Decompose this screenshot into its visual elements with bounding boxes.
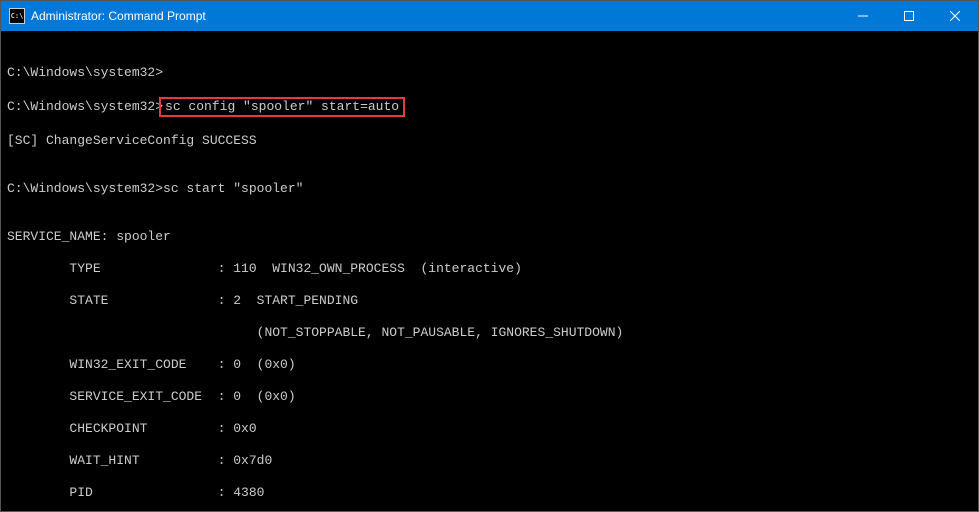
terminal-line: C:\Windows\system32>sc start "spooler" [7, 181, 972, 197]
terminal-line: STATE : 2 START_PENDING [7, 293, 972, 309]
terminal-line: [SC] ChangeServiceConfig SUCCESS [7, 133, 972, 149]
minimize-button[interactable] [840, 1, 886, 31]
prompt-text: C:\Windows\system32> [7, 181, 163, 196]
terminal-line: C:\Windows\system32>sc config "spooler" … [7, 97, 972, 117]
terminal-line: TYPE : 110 WIN32_OWN_PROCESS (interactiv… [7, 261, 972, 277]
prompt-text: C:\Windows\system32> [7, 99, 163, 114]
cmd-icon: C:\ [9, 8, 25, 24]
minimize-icon [858, 11, 868, 21]
terminal-line: (NOT_STOPPABLE, NOT_PAUSABLE, IGNORES_SH… [7, 325, 972, 341]
terminal-line: WIN32_EXIT_CODE : 0 (0x0) [7, 357, 972, 373]
command-text: sc start "spooler" [163, 181, 303, 196]
terminal-line: SERVICE_NAME: spooler [7, 229, 972, 245]
terminal-output[interactable]: C:\Windows\system32> C:\Windows\system32… [1, 31, 978, 511]
maximize-button[interactable] [886, 1, 932, 31]
close-icon [950, 11, 960, 21]
window-title: Administrator: Command Prompt [31, 9, 840, 23]
maximize-icon [904, 11, 914, 21]
titlebar[interactable]: C:\ Administrator: Command Prompt [1, 1, 978, 31]
terminal-line: C:\Windows\system32> [7, 65, 972, 81]
terminal-line: CHECKPOINT : 0x0 [7, 421, 972, 437]
command-prompt-window: C:\ Administrator: Command Prompt C:\Win… [0, 0, 979, 512]
window-controls [840, 1, 978, 31]
highlighted-command: sc config "spooler" start=auto [159, 97, 405, 117]
terminal-line: PID : 4380 [7, 485, 972, 501]
terminal-line: SERVICE_EXIT_CODE : 0 (0x0) [7, 389, 972, 405]
terminal-line: WAIT_HINT : 0x7d0 [7, 453, 972, 469]
close-button[interactable] [932, 1, 978, 31]
